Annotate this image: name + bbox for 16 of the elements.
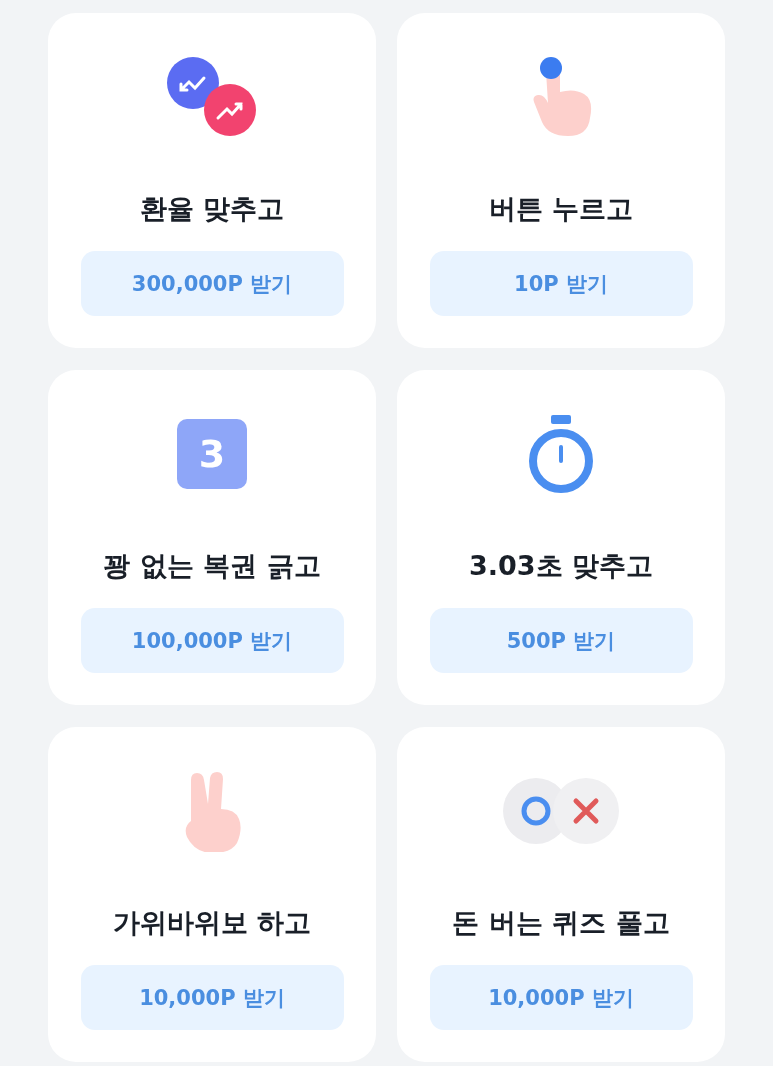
card-title: 가위바위보 하고 [112,906,312,940]
reward-button[interactable]: 500P 받기 [429,608,693,673]
card-title: 3.03초 맞추고 [469,549,653,583]
reward-button[interactable]: 300,000P 받기 [80,251,344,316]
number-tile-icon: 3 [177,419,247,489]
reward-button[interactable]: 10,000P 받기 [429,965,693,1030]
o-x-icon [502,776,620,846]
chart-arrows-icon [166,56,258,138]
card-title: 환율 맞추고 [139,192,285,226]
reward-button[interactable]: 100,000P 받기 [80,608,344,673]
reward-button[interactable]: 10,000P 받기 [80,965,344,1030]
card-title: 꽝 없는 복권 긁고 [103,549,321,583]
card-title: 버튼 누르고 [488,192,634,226]
card-title: 돈 버는 퀴즈 풀고 [452,906,670,940]
reward-button[interactable]: 10P 받기 [429,251,693,316]
stopwatch-icon [527,413,595,495]
